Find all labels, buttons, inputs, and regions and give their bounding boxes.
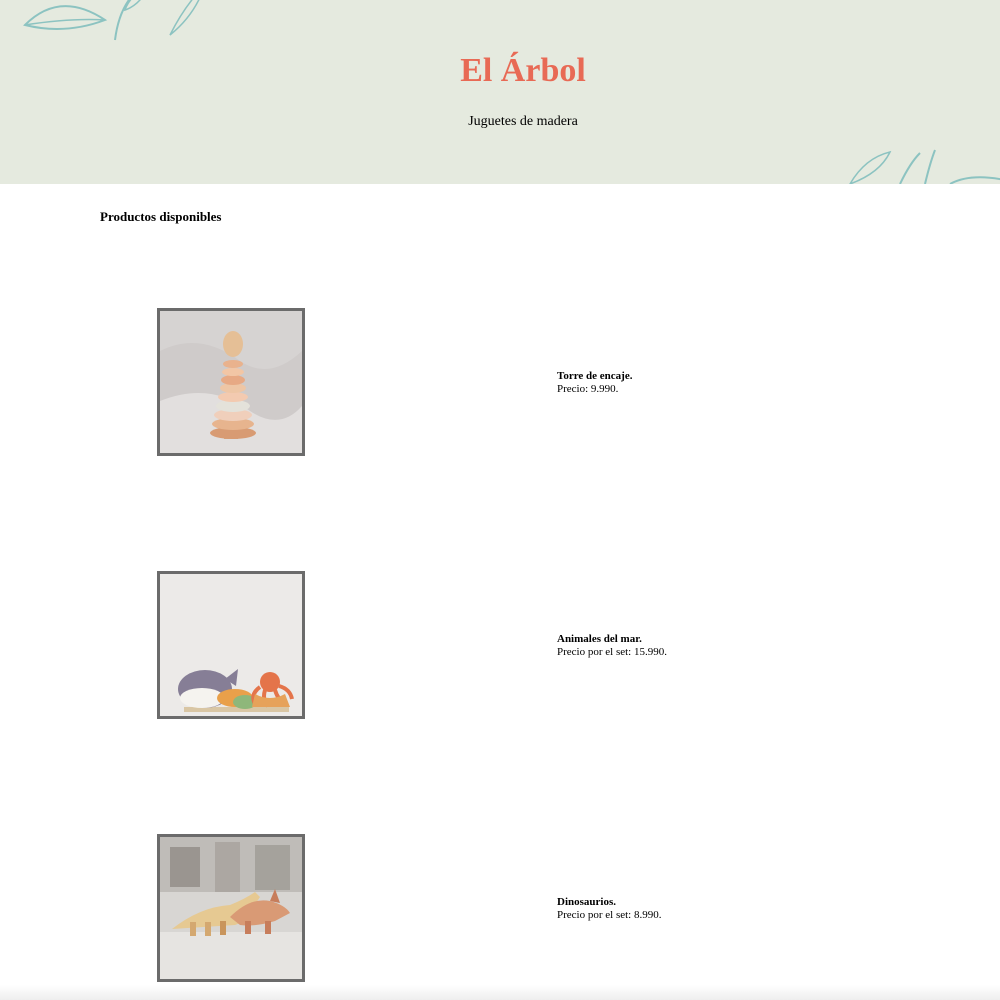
product-name: Torre de encaje. xyxy=(557,370,633,382)
section-heading: Productos disponibles xyxy=(100,209,222,224)
product-info: Dinosaurios. Precio por el set: 8.990. xyxy=(557,896,661,922)
site-subtitle: Juguetes de madera xyxy=(468,114,578,129)
leaf-decoration-icon xyxy=(849,149,1000,184)
page-bottom-edge xyxy=(0,985,1000,1000)
product-name: Animales del mar. xyxy=(557,633,642,645)
sea-animals-photo[interactable] xyxy=(157,571,305,719)
product-item: Animales del mar. Precio por el set: 15.… xyxy=(0,571,1000,719)
product-info: Torre de encaje. Precio: 9.990. xyxy=(557,370,632,396)
product-price: Precio por el set: 15.990. xyxy=(557,646,667,658)
site-header: El Árbol Juguetes de madera xyxy=(0,0,1000,184)
leaf-decoration-icon xyxy=(23,0,200,41)
site-title: El Árbol xyxy=(460,52,586,89)
product-info: Animales del mar. Precio por el set: 15.… xyxy=(557,633,667,659)
dinosaurs-photo[interactable] xyxy=(157,834,305,982)
product-item: Dinosaurios. Precio por el set: 8.990. xyxy=(0,834,1000,982)
product-price: Precio por el set: 8.990. xyxy=(557,909,662,921)
product-item: Torre de encaje. Precio: 9.990. xyxy=(0,308,1000,456)
stacking-tower-photo[interactable] xyxy=(157,308,305,456)
product-name: Dinosaurios. xyxy=(557,896,616,908)
product-price: Precio: 9.990. xyxy=(557,383,619,395)
